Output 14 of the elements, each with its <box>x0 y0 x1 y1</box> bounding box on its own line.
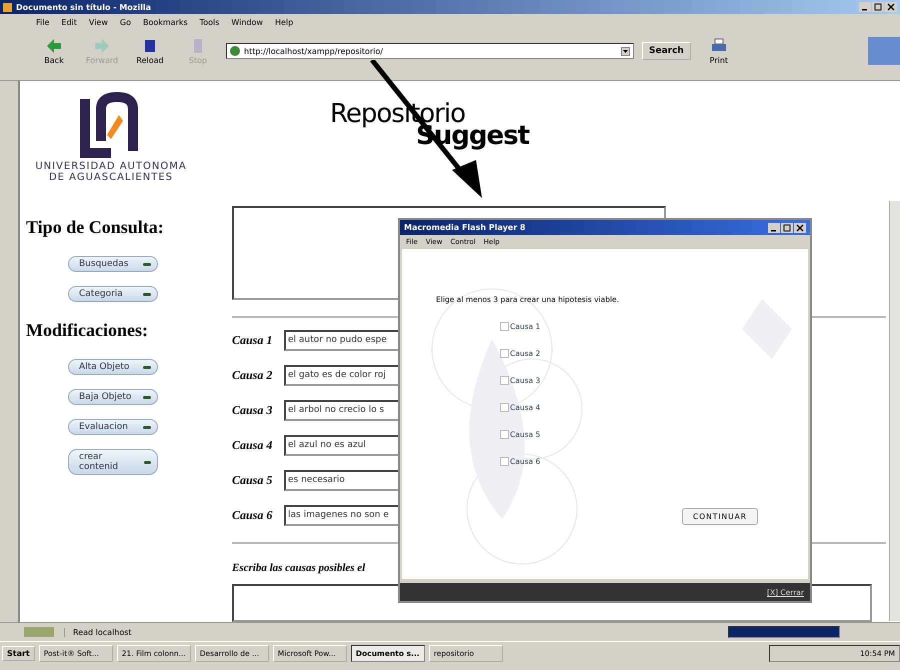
logo-text: DE AGUASCALIENTES <box>48 172 174 183</box>
prompt-text: Escriba las causas posibles el <box>232 562 366 574</box>
cause-label: Causa 1 <box>232 332 274 348</box>
cause-label: Causa 5 <box>232 472 274 488</box>
cause-label: Causa 4 <box>232 438 274 453</box>
window-title: Documento sin título - Mozilla <box>16 2 152 12</box>
logo-text: UNIVERSIDAD AUTONOMA <box>35 161 187 172</box>
cause-label: Causa 3 <box>232 402 274 418</box>
section-heading: Tipo de Consulta: <box>25 217 164 238</box>
section-heading: Modificaciones: <box>25 320 148 341</box>
dialog-title: Macromedia Flash Player 8 <box>404 223 526 232</box>
status-text: Read localhost <box>64 628 718 636</box>
cause-label: Causa 6 <box>232 508 274 523</box>
cause-label: Causa 2 <box>232 368 274 383</box>
